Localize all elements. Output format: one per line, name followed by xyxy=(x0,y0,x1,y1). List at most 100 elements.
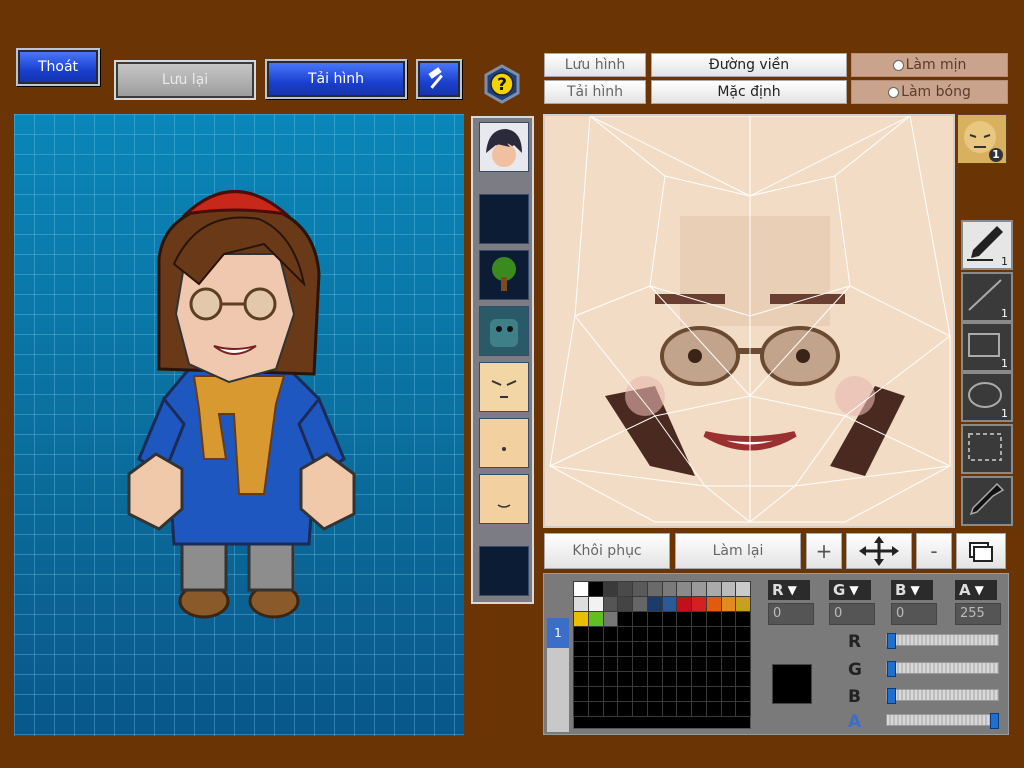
thumb-face-smile[interactable] xyxy=(479,474,529,524)
face-preset-button[interactable]: 1 xyxy=(957,114,1007,164)
palette-swatch[interactable] xyxy=(676,701,692,717)
palette-swatch[interactable] xyxy=(617,671,633,687)
palette-swatch[interactable] xyxy=(661,596,678,612)
palette-swatch[interactable] xyxy=(617,626,633,642)
palette-swatch[interactable] xyxy=(705,671,722,687)
palette-swatch[interactable] xyxy=(691,581,707,597)
load-button[interactable]: Tải hình xyxy=(265,59,407,99)
red-slider-knob[interactable] xyxy=(887,633,896,649)
palette-swatch[interactable] xyxy=(676,611,692,627)
palette-swatch[interactable] xyxy=(676,671,692,687)
palette-swatch[interactable] xyxy=(646,581,663,597)
ellipse-tool-button[interactable]: 1 xyxy=(961,372,1013,422)
help-button[interactable]: ? xyxy=(482,64,522,104)
palette-swatch[interactable] xyxy=(720,581,737,597)
palette-swatch[interactable] xyxy=(602,641,619,657)
palette-swatch[interactable] xyxy=(632,596,648,612)
palette-swatch[interactable] xyxy=(676,596,692,612)
palette-swatch[interactable] xyxy=(661,701,678,717)
palette-swatch[interactable] xyxy=(720,596,737,612)
palette-swatch[interactable] xyxy=(720,626,737,642)
palette-swatch[interactable] xyxy=(676,641,692,657)
palette-swatch[interactable] xyxy=(705,641,722,657)
face-texture-canvas[interactable] xyxy=(543,114,955,528)
restore-button[interactable]: Khôi phục xyxy=(544,533,670,569)
exit-button[interactable]: Thoát xyxy=(16,48,100,86)
green-channel-dropdown[interactable]: G ▼ xyxy=(829,580,871,600)
palette-swatch[interactable] xyxy=(573,581,589,597)
thumb-face-angry[interactable] xyxy=(479,362,529,412)
palette-swatch[interactable] xyxy=(587,701,604,717)
palette-swatch[interactable] xyxy=(602,701,619,717)
palette-swatch[interactable] xyxy=(587,686,604,702)
blue-slider-knob[interactable] xyxy=(887,688,896,704)
palette-swatch[interactable] xyxy=(646,656,663,672)
red-value-field[interactable]: 0 xyxy=(768,603,814,625)
palette-swatch[interactable] xyxy=(735,581,751,597)
palette-swatch[interactable] xyxy=(735,701,751,717)
palette-swatch[interactable] xyxy=(646,611,663,627)
palette-grid[interactable] xyxy=(573,581,751,729)
palette-swatch[interactable] xyxy=(587,611,604,627)
green-value-field[interactable]: 0 xyxy=(829,603,875,625)
palette-swatch[interactable] xyxy=(676,686,692,702)
palette-swatch[interactable] xyxy=(705,596,722,612)
rectangle-tool-button[interactable]: 1 xyxy=(961,322,1013,372)
palette-swatch[interactable] xyxy=(617,656,633,672)
palette-swatch[interactable] xyxy=(705,611,722,627)
blue-value-field[interactable]: 0 xyxy=(891,603,937,625)
palette-swatch[interactable] xyxy=(602,656,619,672)
palette-swatch[interactable] xyxy=(632,671,648,687)
palette-swatch[interactable] xyxy=(573,641,589,657)
pen-tool-button[interactable]: 1 xyxy=(961,220,1013,270)
palette-swatch[interactable] xyxy=(573,626,589,642)
smooth-radio[interactable]: Làm mịn xyxy=(851,53,1008,77)
palette-swatch[interactable] xyxy=(587,641,604,657)
palette-swatch[interactable] xyxy=(632,656,648,672)
palette-swatch[interactable] xyxy=(691,626,707,642)
palette-swatch[interactable] xyxy=(587,671,604,687)
palette-swatch[interactable] xyxy=(602,671,619,687)
palette-swatch[interactable] xyxy=(573,596,589,612)
palette-swatch[interactable] xyxy=(632,611,648,627)
palette-swatch[interactable] xyxy=(602,581,619,597)
palette-swatch[interactable] xyxy=(617,641,633,657)
palette-swatch[interactable] xyxy=(646,701,663,717)
palette-swatch[interactable] xyxy=(705,701,722,717)
palette-swatch[interactable] xyxy=(720,656,737,672)
palette-swatch[interactable] xyxy=(587,581,604,597)
palette-swatch[interactable] xyxy=(720,611,737,627)
palette-swatch[interactable] xyxy=(646,686,663,702)
palette-swatch[interactable] xyxy=(587,626,604,642)
palette-swatch[interactable] xyxy=(661,581,678,597)
palette-swatch[interactable] xyxy=(661,611,678,627)
palette-swatch[interactable] xyxy=(632,686,648,702)
palette-swatch[interactable] xyxy=(573,701,589,717)
thumb-empty-2[interactable] xyxy=(479,546,529,596)
palette-swatch[interactable] xyxy=(646,641,663,657)
red-channel-dropdown[interactable]: R ▼ xyxy=(768,580,810,600)
palette-swatch[interactable] xyxy=(705,686,722,702)
blue-slider[interactable] xyxy=(886,688,999,704)
palette-swatch[interactable] xyxy=(573,656,589,672)
palette-swatch[interactable] xyxy=(735,596,751,612)
palette-swatch[interactable] xyxy=(602,596,619,612)
palette-swatch[interactable] xyxy=(735,626,751,642)
palette-swatch[interactable] xyxy=(676,626,692,642)
palette-swatch[interactable] xyxy=(691,686,707,702)
palette-swatch[interactable] xyxy=(617,611,633,627)
palette-swatch[interactable] xyxy=(691,701,707,717)
thumb-tree[interactable] xyxy=(479,250,529,300)
thumb-face-plain[interactable] xyxy=(479,418,529,468)
alpha-slider-knob[interactable] xyxy=(990,713,999,729)
hammer-button[interactable] xyxy=(416,59,462,99)
palette-swatch[interactable] xyxy=(632,626,648,642)
zoom-out-button[interactable]: - xyxy=(916,533,952,569)
palette-swatch[interactable] xyxy=(617,686,633,702)
palette-swatch[interactable] xyxy=(735,656,751,672)
palette-swatch[interactable] xyxy=(617,596,633,612)
palette-swatch[interactable] xyxy=(691,596,707,612)
palette-swatch[interactable] xyxy=(632,701,648,717)
palette-swatch[interactable] xyxy=(632,581,648,597)
thumb-monster[interactable] xyxy=(479,306,529,356)
